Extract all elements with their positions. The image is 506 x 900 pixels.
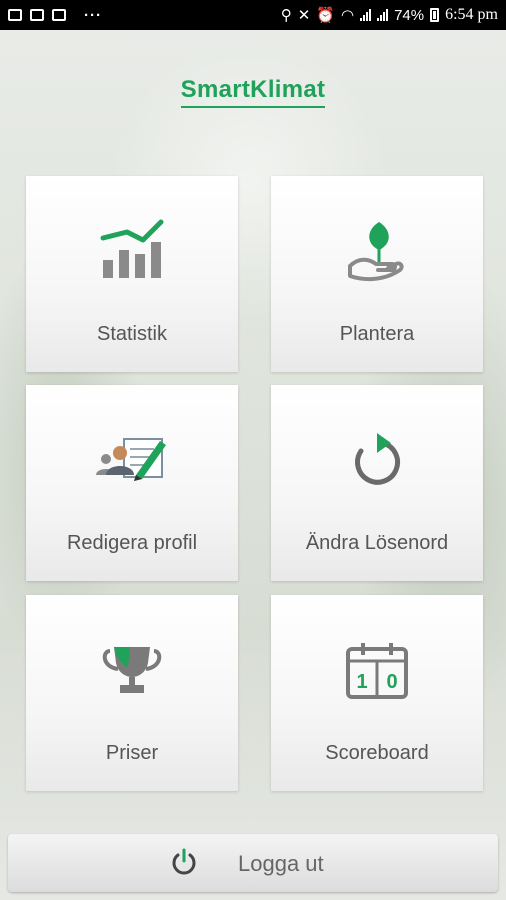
tile-label: Redigera profil [66,532,198,554]
wifi-icon: ◠ [340,7,355,24]
edit-profile-icon [96,438,166,481]
clock: 6:54 pm [445,6,498,23]
signal-icon [360,9,372,21]
tile-label: Scoreboard [325,742,429,764]
trophy-icon [102,647,162,693]
refresh-icon [355,433,401,485]
mute-icon: ✕ [297,7,311,24]
alarm-icon: ⏰ [316,7,335,24]
statistik-tile[interactable]: Statistik [26,176,238,372]
scoreboard-tile[interactable]: 1 0 Scoreboard [271,595,483,791]
more-notifications: ··· [84,6,102,24]
redigera-profil-tile[interactable]: Redigera profil [26,385,238,581]
tile-label: Statistik [96,323,168,345]
app-title-text: SmartKlimat [180,76,326,108]
app-title: SmartKlimat [0,76,506,108]
tile-label: Priser [105,742,159,764]
car-icon [52,9,66,21]
andra-losenord-tile[interactable]: Ändra Lösenord [271,385,483,581]
chart-trend-icon [100,219,164,278]
signal-icon-2 [377,9,389,21]
tile-label: Plantera [339,323,415,345]
plantera-tile[interactable]: Plantera [271,176,483,372]
status-bar: ··· ⚲ ✕ ⏰ ◠ 74% 6:54 pm [0,0,506,30]
logout-button[interactable]: Logga ut [8,834,498,892]
scoreboard-icon: 1 0 [346,643,408,699]
gallery-icon [8,9,22,21]
battery-icon [430,8,440,22]
power-icon [172,848,196,875]
plant-hand-icon [348,222,404,282]
scoreboard-digit-left: 1 [356,671,367,693]
priser-tile[interactable]: Priser [26,595,238,791]
laptop-icon [30,9,44,21]
battery-percent: 74% [394,6,425,24]
logout-label: Logga ut [238,851,324,876]
scoreboard-digit-right: 0 [386,671,397,693]
tile-label: Ändra Lösenord [305,532,449,554]
location-icon: ⚲ [280,7,292,24]
